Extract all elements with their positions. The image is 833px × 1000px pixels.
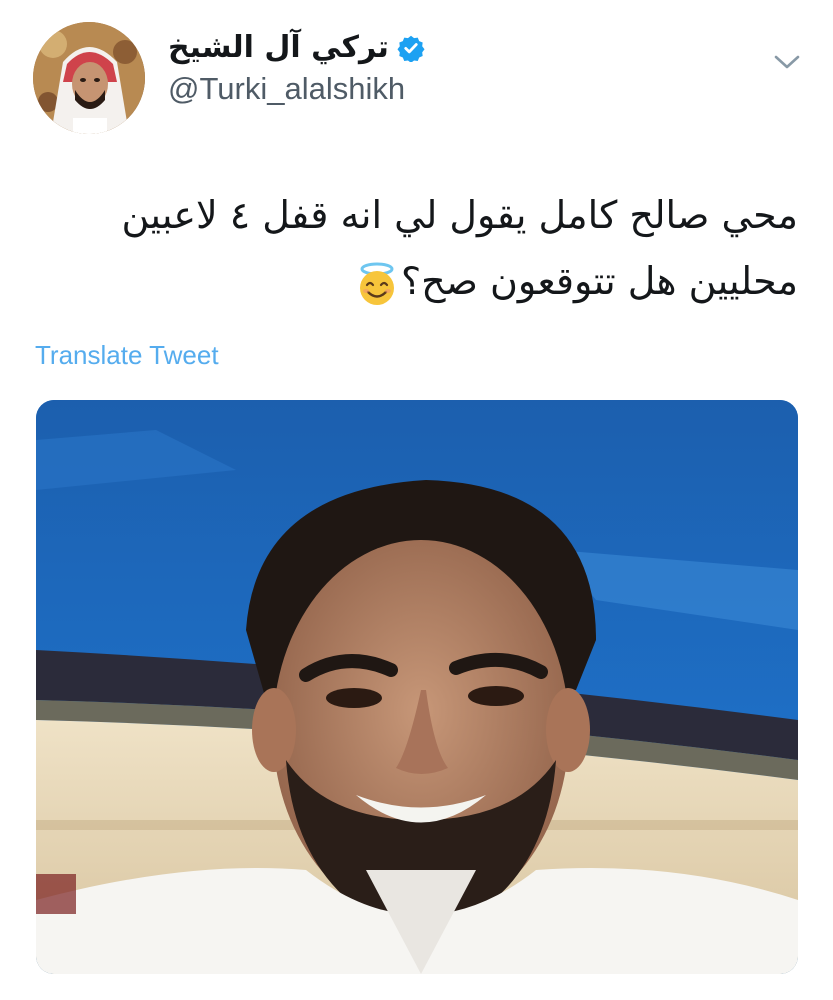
author-names: تركي آل الشيخ @Turki_alalshikh <box>168 30 425 107</box>
avatar-image <box>33 22 145 134</box>
author-display-name[interactable]: تركي آل الشيخ <box>168 30 389 65</box>
selfie-photo-icon <box>36 400 798 974</box>
tweet-text-line-2: محليين هل تتوقعون صح؟ <box>400 259 798 303</box>
translate-tweet-link[interactable]: Translate Tweet <box>35 340 219 371</box>
tweet-text-line-1: محي صالح كامل يقول لي انه قفل ٤ لاعبين <box>121 193 798 237</box>
display-name-row[interactable]: تركي آل الشيخ <box>168 30 425 65</box>
tweet-media-photo[interactable] <box>36 400 798 974</box>
author-handle[interactable]: @Turki_alalshikh <box>168 71 425 107</box>
tweet-header: تركي آل الشيخ @Turki_alalshikh <box>0 0 833 150</box>
chevron-down-icon[interactable] <box>772 52 802 72</box>
tweet-text: محي صالح كامل يقول لي انه قفل ٤ لاعبين م… <box>30 182 798 314</box>
verified-badge-icon <box>397 35 425 62</box>
smiling-face-with-halo-icon <box>359 262 394 305</box>
tweet-text-line-2-wrapper: محليين هل تتوقعون صح؟ <box>30 248 798 314</box>
author-avatar[interactable] <box>33 22 145 134</box>
